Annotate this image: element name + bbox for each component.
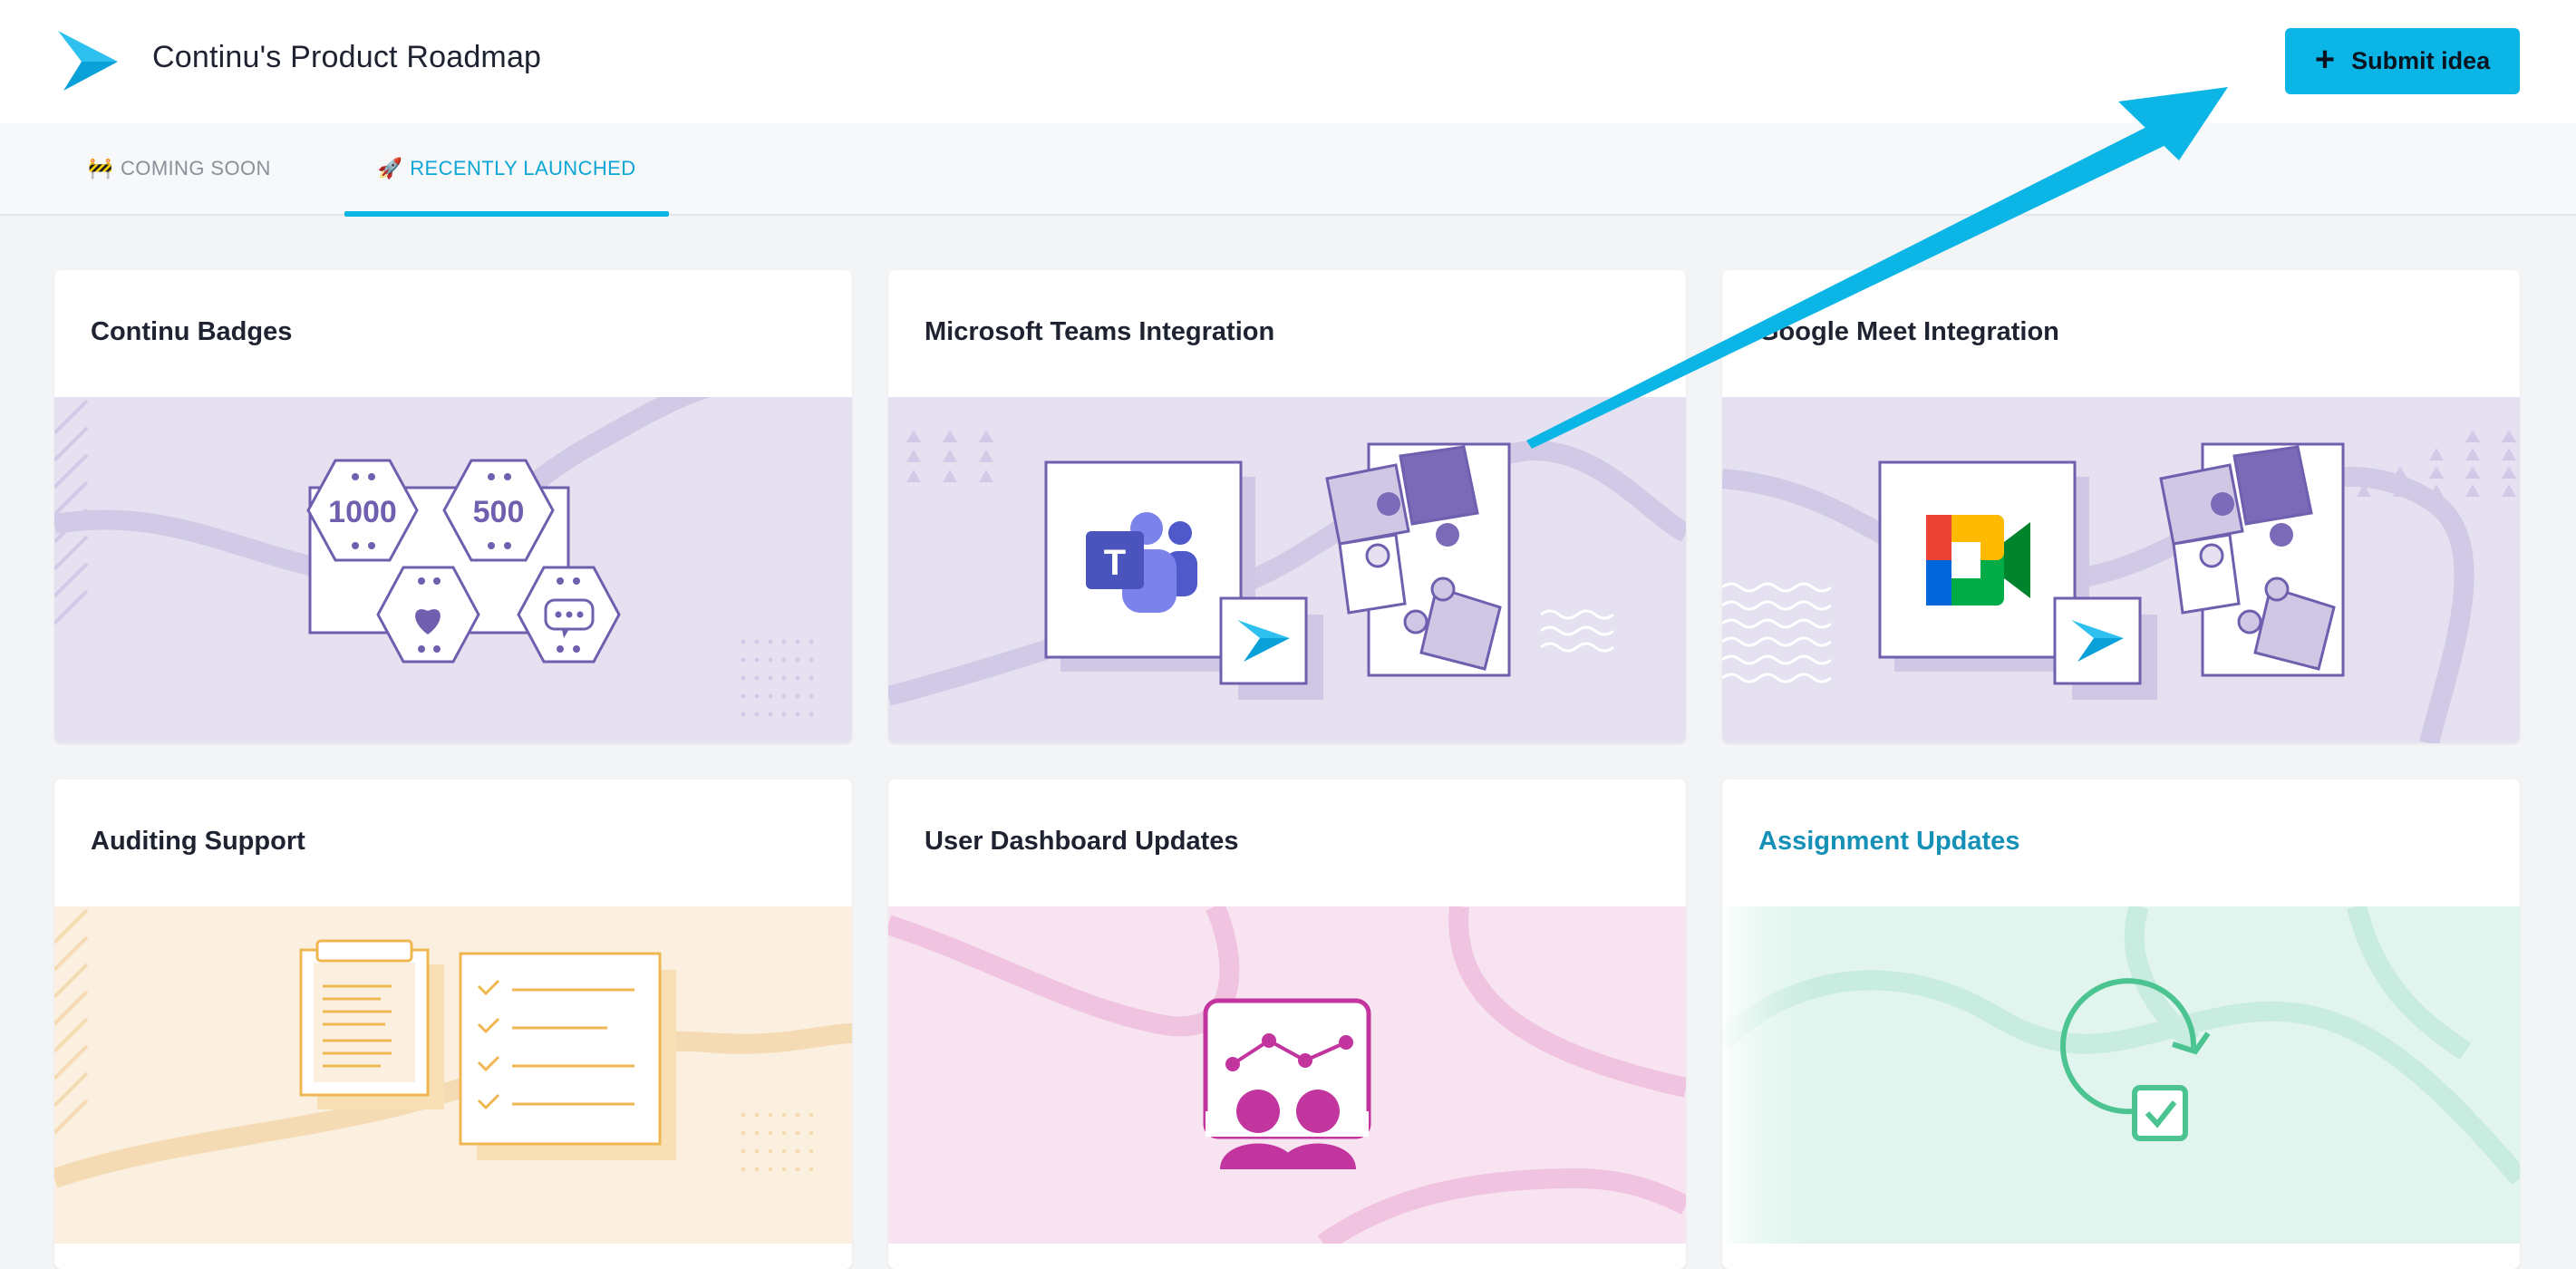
card-image-auditing — [54, 906, 852, 1244]
card-image-dashboard — [888, 906, 1686, 1244]
badge-500-label: 500 — [473, 495, 525, 529]
roadmap-tabs: 🚧 COMING SOON 🚀 RECENTLY LAUNCHED — [0, 123, 2576, 217]
card-title: Google Meet Integration — [1758, 317, 2059, 346]
card-image-google-meet — [1722, 397, 2520, 743]
card-image-badges: 1000 500 — [54, 397, 852, 743]
page-title: Continu's Product Roadmap — [152, 40, 542, 74]
card-title: User Dashboard Updates — [925, 827, 1239, 856]
rocket-icon: 🚀 — [377, 157, 403, 179]
tab-coming-soon-label: COMING SOON — [121, 157, 271, 179]
card-google-meet-integration[interactable]: Google Meet Integration — [1722, 270, 2520, 743]
card-continu-badges[interactable]: Continu Badges 1000 500 — [54, 270, 852, 743]
submit-idea-label: Submit idea — [2351, 47, 2491, 74]
card-image-teams: T — [888, 397, 1686, 743]
card-title: Microsoft Teams Integration — [925, 317, 1275, 346]
card-microsoft-teams-integration[interactable]: Microsoft Teams Integration T — [888, 270, 1686, 743]
card-user-dashboard-updates[interactable]: User Dashboard Updates — [888, 780, 1686, 1269]
card-title: Continu Badges — [91, 317, 293, 346]
active-tab-indicator — [344, 211, 669, 217]
plus-icon: + — [2314, 40, 2336, 79]
teams-letter: T — [1104, 543, 1126, 583]
card-auditing-support[interactable]: Auditing Support — [54, 780, 852, 1269]
card-assignment-updates[interactable]: Assignment Updates — [1722, 780, 2520, 1269]
continu-logo[interactable] — [56, 29, 120, 92]
app-header: Continu's Product Roadmap + Submit idea — [0, 0, 2576, 123]
construction-icon: 🚧 — [88, 157, 114, 179]
tab-coming-soon[interactable]: 🚧 COMING SOON — [71, 123, 288, 214]
card-title: Assignment Updates — [1758, 827, 2020, 856]
badge-1000-label: 1000 — [328, 495, 397, 529]
submit-idea-button[interactable]: + Submit idea — [2285, 28, 2520, 94]
tab-recently-launched[interactable]: 🚀 RECENTLY LAUNCHED — [344, 123, 669, 217]
card-title: Auditing Support — [91, 827, 305, 856]
card-image-assignment — [1722, 906, 2520, 1244]
tab-recently-launched-label: RECENTLY LAUNCHED — [410, 157, 636, 179]
